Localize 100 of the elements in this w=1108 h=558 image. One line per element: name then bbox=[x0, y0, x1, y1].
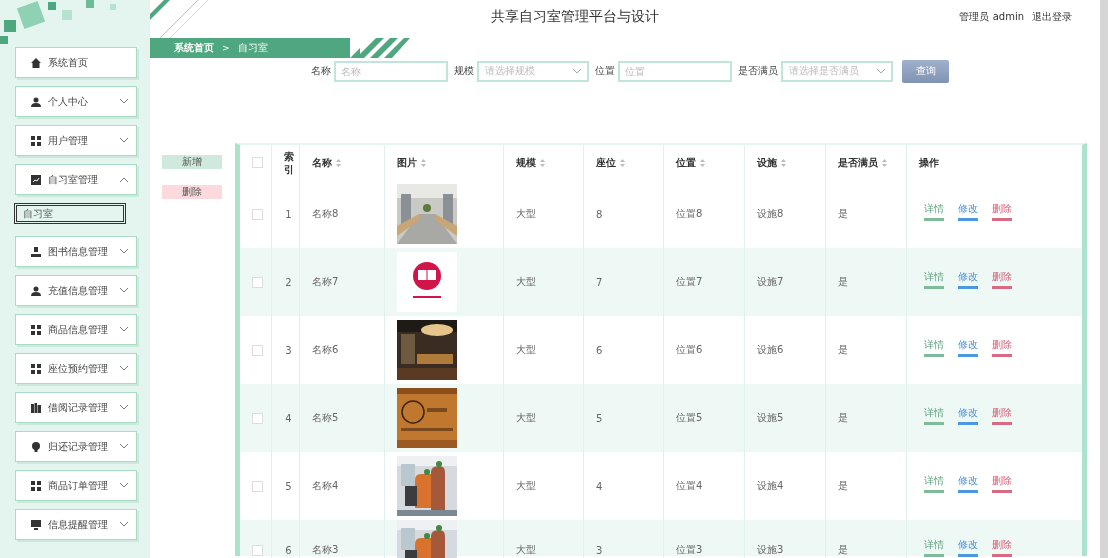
chevron-down-icon bbox=[120, 99, 128, 104]
delete-link[interactable]: 删除 bbox=[992, 537, 1012, 557]
table-cell: 是 bbox=[838, 479, 848, 493]
add-button[interactable]: 新增 bbox=[162, 155, 222, 169]
delete-link[interactable]: 删除 bbox=[992, 473, 1012, 493]
column-header: 是否满员 bbox=[838, 155, 878, 170]
menu-item[interactable]: 归还记录管理 bbox=[15, 431, 137, 462]
chevron-down-icon bbox=[120, 483, 128, 488]
checkbox[interactable] bbox=[252, 544, 263, 556]
details-link[interactable]: 详情 bbox=[924, 337, 944, 357]
details-link[interactable]: 详情 bbox=[924, 269, 944, 289]
menu-item[interactable]: 商品订单管理 bbox=[15, 470, 137, 501]
menu-item[interactable]: 信息提醒管理 bbox=[15, 509, 137, 540]
logout-link[interactable]: 退出登录 bbox=[1032, 10, 1072, 24]
sort-icon[interactable] bbox=[620, 158, 625, 167]
details-link[interactable]: 详情 bbox=[924, 537, 944, 557]
table-cell: 是 bbox=[838, 411, 848, 425]
delete-button[interactable]: 删除 bbox=[162, 185, 222, 199]
grid-icon bbox=[31, 480, 41, 491]
delete-link[interactable]: 删除 bbox=[992, 405, 1012, 425]
grid-icon bbox=[31, 135, 41, 146]
menu-label: 用户管理 bbox=[48, 133, 89, 148]
table-cell: 大型 bbox=[516, 411, 536, 425]
edit-link[interactable]: 修改 bbox=[958, 537, 978, 557]
column-header: 名称 bbox=[312, 155, 332, 170]
menu-item[interactable]: 商品信息管理 bbox=[15, 314, 137, 345]
sort-icon[interactable] bbox=[336, 158, 341, 167]
edit-link[interactable]: 修改 bbox=[958, 473, 978, 493]
menu-label: 充值信息管理 bbox=[48, 283, 109, 298]
menu-item[interactable]: 座位预约管理 bbox=[15, 353, 137, 384]
sort-icon[interactable] bbox=[781, 158, 786, 167]
checkbox[interactable] bbox=[252, 480, 263, 492]
checkbox[interactable] bbox=[252, 412, 263, 424]
delete-link[interactable]: 删除 bbox=[992, 337, 1012, 357]
search-button[interactable]: 查询 bbox=[902, 59, 949, 83]
table-cell: 2 bbox=[285, 276, 292, 288]
books-icon bbox=[31, 402, 41, 413]
menu-label: 借阅记录管理 bbox=[48, 400, 109, 415]
submenu-item[interactable]: 自习室 bbox=[14, 203, 126, 224]
sort-icon[interactable] bbox=[700, 158, 705, 167]
column-header: 索引 bbox=[283, 149, 294, 176]
breadcrumb-link[interactable]: 系统首页 bbox=[174, 41, 214, 55]
input-field[interactable]: 名称 bbox=[334, 60, 448, 82]
menu-item[interactable]: 用户管理 bbox=[15, 125, 137, 156]
table-cell: 名称4 bbox=[312, 479, 339, 493]
scrollbar[interactable] bbox=[1100, 0, 1108, 558]
table-cell: 6 bbox=[596, 344, 603, 356]
table-cell: 位置4 bbox=[676, 479, 703, 493]
menu-item[interactable]: 充值信息管理 bbox=[15, 275, 137, 306]
checkbox[interactable] bbox=[252, 208, 263, 220]
checkbox[interactable] bbox=[252, 344, 263, 356]
column-header: 座位 bbox=[596, 155, 616, 170]
chevron-down-icon bbox=[120, 444, 128, 449]
chevron-down-icon bbox=[120, 405, 128, 410]
details-link[interactable]: 详情 bbox=[924, 473, 944, 493]
chevron-down-icon bbox=[573, 68, 581, 74]
breadcrumb-link[interactable]: 自习室 bbox=[237, 41, 268, 55]
table-cell: 位置5 bbox=[676, 411, 703, 425]
edit-link[interactable]: 修改 bbox=[958, 269, 978, 289]
grid-icon bbox=[31, 363, 41, 374]
edit-link[interactable]: 修改 bbox=[958, 405, 978, 425]
menu-item[interactable]: 自习室管理 bbox=[15, 164, 137, 195]
details-link[interactable]: 详情 bbox=[924, 201, 944, 221]
sort-icon[interactable] bbox=[540, 158, 545, 167]
table-cell: 设施8 bbox=[757, 207, 784, 221]
sort-icon[interactable] bbox=[882, 158, 887, 167]
column-header: 操作 bbox=[919, 155, 939, 170]
field-label: 名称 bbox=[311, 64, 331, 78]
chevron-down-icon bbox=[120, 249, 128, 254]
column-header: 规模 bbox=[516, 155, 536, 170]
table-cell: 大型 bbox=[516, 543, 536, 557]
bulb-icon bbox=[31, 441, 41, 452]
table-cell: 位置6 bbox=[676, 343, 703, 357]
column-header: 图片 bbox=[397, 155, 417, 170]
table-cell: 大型 bbox=[516, 207, 536, 221]
details-link[interactable]: 详情 bbox=[924, 405, 944, 425]
select-field[interactable]: 请选择规模 bbox=[477, 60, 589, 82]
table-cell: 位置3 bbox=[676, 543, 703, 557]
field-label: 规模 bbox=[454, 64, 474, 78]
breadcrumb-separator: > bbox=[222, 43, 230, 53]
checkbox[interactable] bbox=[252, 157, 263, 168]
delete-link[interactable]: 删除 bbox=[992, 201, 1012, 221]
menu-item[interactable]: 个人中心 bbox=[15, 86, 137, 117]
menu-label: 个人中心 bbox=[48, 94, 89, 109]
menu-item[interactable]: 图书信息管理 bbox=[15, 236, 137, 267]
menu-label: 归还记录管理 bbox=[48, 439, 109, 454]
table-cell: 位置8 bbox=[676, 207, 703, 221]
edit-link[interactable]: 修改 bbox=[958, 337, 978, 357]
menu-label: 信息提醒管理 bbox=[48, 517, 109, 532]
table-cell: 设施7 bbox=[757, 275, 784, 289]
person-icon bbox=[31, 246, 41, 257]
field-label: 是否满员 bbox=[738, 64, 778, 78]
table-cell: 名称5 bbox=[312, 411, 339, 425]
sort-icon[interactable] bbox=[421, 158, 426, 167]
table-cell: 名称6 bbox=[312, 343, 339, 357]
edit-link[interactable]: 修改 bbox=[958, 201, 978, 221]
checkbox[interactable] bbox=[252, 276, 263, 288]
menu-item[interactable]: 系统首页 bbox=[15, 47, 137, 78]
delete-link[interactable]: 删除 bbox=[992, 269, 1012, 289]
menu-item[interactable]: 借阅记录管理 bbox=[15, 392, 137, 423]
